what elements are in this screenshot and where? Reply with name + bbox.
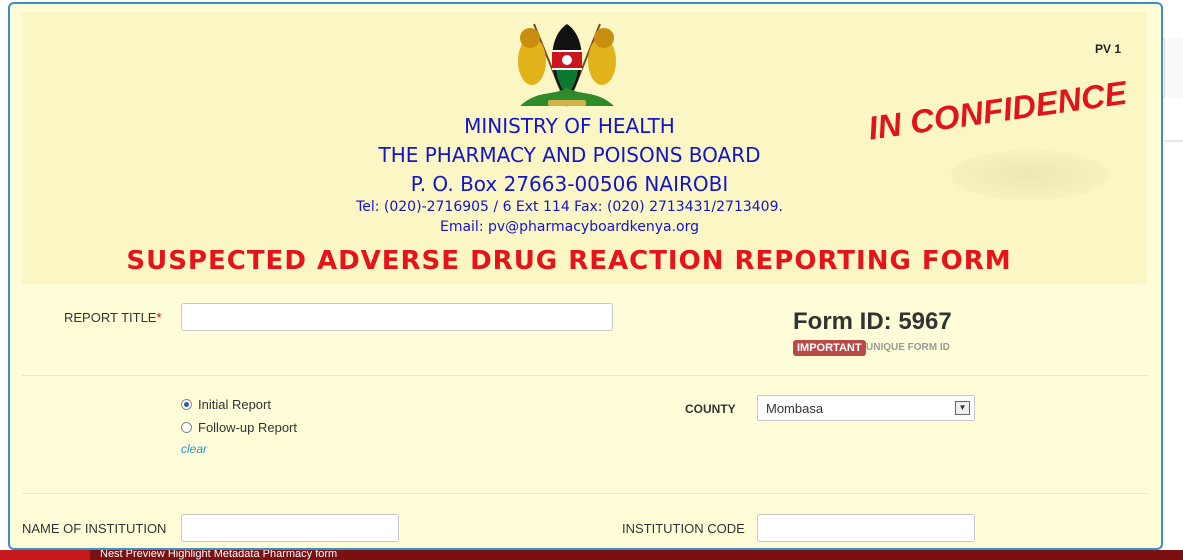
email-line: Email: pv@pharmacyboardkenya.org: [439, 219, 700, 235]
address-line: P. O. Box 27663-00506 NAIROBI: [410, 172, 729, 196]
county-label: COUNTY: [685, 402, 736, 416]
form-id: Form ID: 5967: [793, 308, 952, 335]
side-divider: [1164, 140, 1183, 142]
radio-initial-report[interactable]: Initial Report: [181, 397, 271, 412]
required-mark: *: [156, 310, 162, 325]
radio-follow-up-report[interactable]: Follow-up Report: [181, 420, 297, 435]
important-badge: IMPORTANT: [793, 340, 866, 356]
taskbar: Nest Preview Highlight Metadata Pharmacy…: [0, 550, 1183, 560]
section-divider: [22, 493, 1147, 494]
institution-code-label: INSTITUTION CODE: [622, 521, 745, 536]
institution-code-input[interactable]: [757, 514, 975, 542]
institution-name-label: NAME OF INSTITUTION: [22, 521, 167, 536]
chevron-down-icon[interactable]: ▼: [955, 401, 970, 415]
taskbar-items[interactable]: Nest Preview Highlight Metadata Pharmacy…: [100, 550, 337, 560]
radio-label: Follow-up Report: [198, 420, 297, 435]
report-title-label: REPORT TITLE*: [64, 310, 162, 325]
report-title-input[interactable]: [181, 303, 613, 331]
form-code: PV 1: [1094, 42, 1121, 56]
report-title-label-text: REPORT TITLE: [64, 310, 157, 325]
form-title: SUSPECTED ADVERSE DRUG REACTION REPORTIN…: [126, 246, 1012, 276]
radio-checked-icon[interactable]: [181, 399, 192, 410]
section-divider: [22, 375, 1147, 376]
side-panel: [1164, 38, 1183, 98]
county-select[interactable]: Mombasa ▼: [757, 395, 975, 421]
radio-label: Initial Report: [198, 397, 271, 412]
county-selected-value: Mombasa: [766, 401, 824, 416]
board-heading: THE PHARMACY AND POISONS BOARD: [378, 143, 761, 167]
radio-unchecked-icon[interactable]: [181, 422, 192, 433]
kenya-coat-of-arms-icon: [518, 23, 616, 107]
ministry-heading: MINISTRY OF HEALTH: [464, 114, 675, 138]
clear-link[interactable]: clear: [181, 442, 207, 456]
unique-form-id-note: UNIQUE FORM ID: [866, 342, 950, 353]
institution-name-input[interactable]: [181, 514, 399, 542]
phone-line: Tel: (020)-2716905 / 6 Ext 114 Fax: (020…: [356, 199, 783, 215]
start-area[interactable]: [0, 550, 90, 560]
